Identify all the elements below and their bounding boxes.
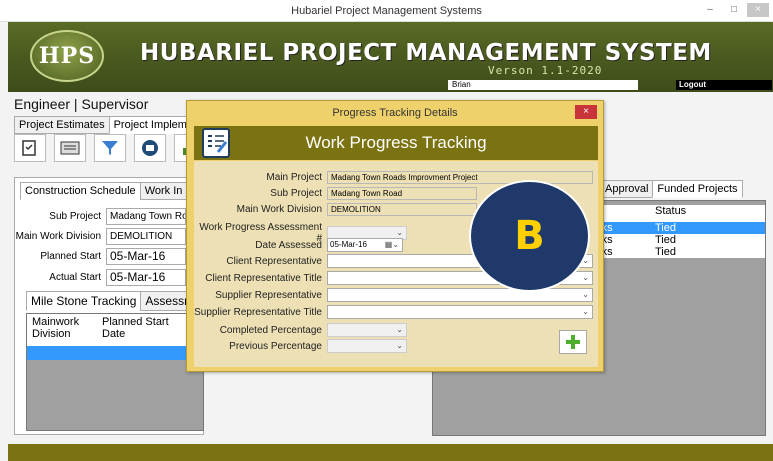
main-division-label: Main Work Division [236,204,322,215]
main-division-label: Main Work Division [15,231,101,242]
banner-title: HUBARIEL PROJECT MANAGEMENT SYSTEM [140,40,712,66]
completed-row: Completed Percentage ⌄ [194,323,407,337]
actual-start-row: Actual Start 05-Mar-16 [14,269,186,286]
previous-label: Previous Percentage [229,340,322,352]
supplier-rep-title-dropdown[interactable]: ⌄ [327,305,593,319]
plus-icon [566,335,580,349]
supplier-rep-title-label: Supplier Representative Title [194,306,322,318]
table-row[interactable] [27,346,203,360]
sub-project-value: Madang Town Road [327,187,477,200]
logout-button[interactable]: Logout [676,80,772,90]
planned-start-field[interactable]: 05-Mar-16 [106,248,186,265]
dialog-title: Progress Tracking Details [332,107,458,119]
sub-project-label: Sub Project [49,211,101,222]
milestone-grid: Mainwork Division Planned Start Date [26,313,204,431]
chevron-down-icon: ⌄ [582,290,589,299]
maximize-button[interactable]: □ [723,3,745,17]
minimize-button[interactable]: – [699,3,721,17]
tab-milestone-tracking[interactable]: Mile Stone Tracking [26,291,142,311]
main-project-value: Madang Town Roads Improvment Project [327,171,593,184]
dialog-header: Work Progress Tracking [194,126,598,160]
main-project-label: Main Project [266,172,322,183]
col-status[interactable]: Status [643,205,763,222]
tab-construction-schedule[interactable]: Construction Schedule [20,182,141,200]
sub-project-row: Sub Project Madang Town Road [194,187,477,200]
supplier-rep-label: Supplier Representative [215,289,322,301]
sub-tabs: Construction Schedule Work In Pr [20,182,202,200]
tab-project-estimates[interactable]: Project Estimates [14,116,110,134]
actual-start-label: Actual Start [49,272,101,283]
date-label: Date Assessed [255,239,322,251]
client-rep-title-label: Client Representative Title [205,272,322,284]
chevron-down-icon: ⌄ [582,273,589,282]
supplier-rep-dropdown[interactable]: ⌄ [327,288,593,302]
keyboard-icon[interactable] [54,134,86,162]
completed-dropdown[interactable]: ⌄ [327,323,407,337]
calendar-icon[interactable]: ▦⌄ [385,239,399,251]
window-title: Hubariel Project Management Systems [291,5,482,17]
chevron-down-icon: ⌄ [582,307,589,316]
main-division-row: Main Work Division DEMOLITION [194,203,477,216]
supplier-rep-title-row: Supplier Representative Title ⌄ [194,305,593,319]
toolbar [14,134,206,162]
col-mainwork-division[interactable]: Mainwork Division [32,316,102,344]
col-planned-start-date[interactable]: Planned Start Date [102,316,172,344]
actual-start-field[interactable]: 05-Mar-16 [106,269,186,286]
checklist-icon[interactable] [14,134,46,162]
planned-start-row: Planned Start 05-Mar-16 [14,248,186,265]
date-row: Date Assessed 05-Mar-16 ▦⌄ [194,238,403,252]
client-rep-label: Client Representative [226,255,322,267]
cell-status: Tied [655,222,676,234]
tab-approval[interactable]: Approval [600,180,654,198]
chevron-down-icon: ⌄ [396,341,403,350]
filter-icon[interactable] [94,134,126,162]
cell-status: Tied [655,246,676,258]
main-division-field[interactable]: DEMOLITION [106,228,186,245]
main-division-row: Main Work Division DEMOLITION [14,228,186,245]
role-label: Engineer | Supervisor [14,96,149,112]
grid-header: Mainwork Division Planned Start Date [27,314,203,346]
previous-dropdown[interactable]: ⌄ [327,339,407,353]
sub-project-field[interactable]: Madang Town Ro [106,208,186,225]
planned-start-label: Planned Start [40,251,101,262]
add-button[interactable] [559,330,587,354]
right-tabs: Approval Funded Projects [600,180,743,198]
close-button[interactable]: × [747,3,769,17]
user-name: Brian [448,80,638,90]
date-value: 05-Mar-16 [330,240,367,249]
chevron-down-icon: ⌄ [396,325,403,334]
main-tabs: Project Estimates Project Implemen [14,116,205,134]
completed-label: Completed Percentage [219,324,322,336]
version-label: Verson 1.1-2020 [488,64,603,77]
annotation-badge: B [469,180,590,292]
previous-row: Previous Percentage ⌄ [194,339,407,353]
sub-project-label: Sub Project [270,188,322,199]
window-title-bar: Hubariel Project Management Systems – □ … [0,0,773,22]
dialog-close-button[interactable]: × [575,105,597,119]
money-icon[interactable] [134,134,166,162]
footer-bar [8,444,773,461]
app-banner: HPS HUBARIEL PROJECT MANAGEMENT SYSTEM V… [8,22,773,92]
dialog-heading: Work Progress Tracking [305,133,487,152]
main-division-value: DEMOLITION [327,203,477,216]
tab-funded-projects[interactable]: Funded Projects [652,180,743,198]
sub-project-row: Sub Project Madang Town Ro [14,208,186,225]
cell-status: Tied [655,234,676,246]
date-picker[interactable]: 05-Mar-16 ▦⌄ [327,238,403,252]
company-logo: HPS [30,30,104,82]
